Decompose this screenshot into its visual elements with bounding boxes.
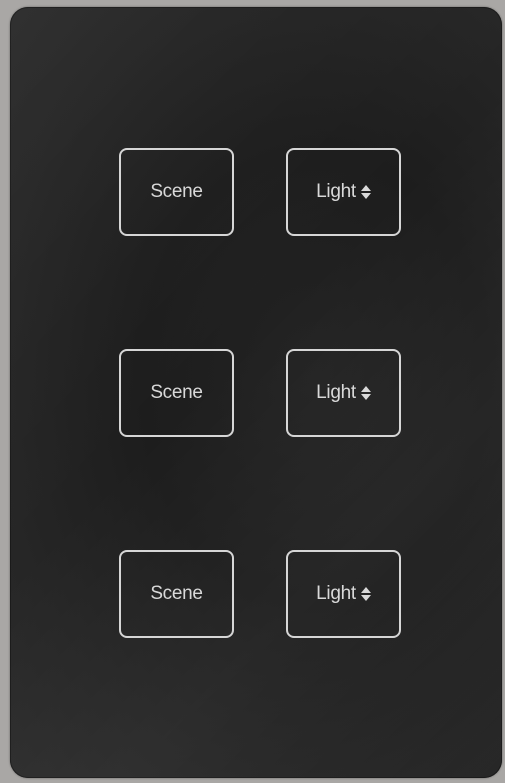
up-down-arrows-icon [360,586,371,602]
scene-button-2[interactable]: Scene [119,349,234,437]
light-button-1[interactable]: Light [286,148,401,236]
light-button-2[interactable]: Light [286,349,401,437]
scene-button-3[interactable]: Scene [119,550,234,638]
light-button-3[interactable]: Light [286,550,401,638]
up-down-arrows-icon [360,184,371,200]
light-button-label: Light [316,181,356,202]
light-button-label: Light [316,382,356,403]
scene-button-label: Scene [150,181,203,202]
scene-button-1[interactable]: Scene [119,148,234,236]
keypad-panel: Scene Light Scene Light Scene Light [10,7,502,778]
scene-button-label: Scene [150,382,203,403]
light-button-label: Light [316,583,356,604]
up-down-arrows-icon [360,385,371,401]
scene-button-label: Scene [150,583,203,604]
